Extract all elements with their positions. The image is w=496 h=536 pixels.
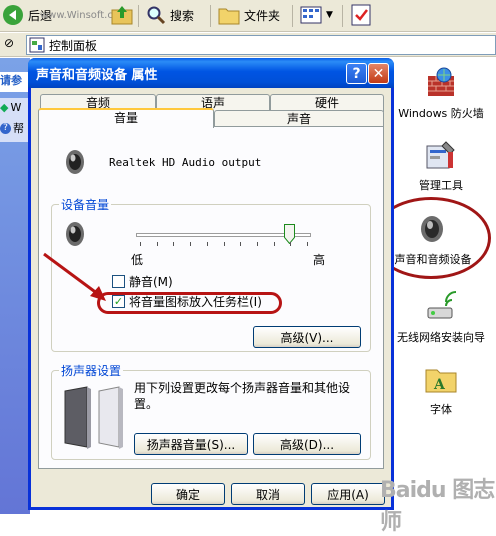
watermark: Baidu 图志师 xyxy=(380,478,495,535)
task-pane-header: 请参 xyxy=(0,72,30,92)
volume-slider-tick xyxy=(190,242,192,246)
volume-slider-tick xyxy=(206,242,208,246)
search-label: 搜索 xyxy=(170,8,195,23)
fonts-folder-icon: A xyxy=(425,369,457,393)
up-folder-icon xyxy=(111,6,133,25)
mute-label: 静音(M) xyxy=(129,275,173,289)
admin-tools-icon xyxy=(426,141,455,169)
checklist-button[interactable] xyxy=(350,3,372,30)
cp-item-admin-tools[interactable]: 管理工具 xyxy=(393,138,489,193)
folders-button[interactable]: 文件夹 xyxy=(218,2,280,28)
windows-icon: ◆ xyxy=(0,101,9,114)
checklist-icon xyxy=(351,4,371,26)
close-button[interactable]: ✕ xyxy=(368,63,389,84)
address-bar: ⊘ 控制面板 xyxy=(0,33,496,57)
volume-slider-tick xyxy=(156,242,158,246)
search-icon xyxy=(147,6,166,25)
help-circle-icon: ? xyxy=(0,122,11,134)
search-button[interactable]: 搜索 xyxy=(146,2,194,28)
ok-button[interactable]: 确定 xyxy=(151,483,225,505)
volume-slider-tick xyxy=(290,242,292,246)
annotation-arrow-icon xyxy=(43,252,106,301)
speaker-settings-description: 用下列设置更改每个扬声器音量和其他设置。 xyxy=(134,381,351,411)
cp-item-admin-tools-label: 管理工具 xyxy=(419,179,463,192)
task-pane-link-1[interactable]: ◆ W xyxy=(0,98,30,114)
volume-speaker-icon xyxy=(66,222,84,246)
advanced-volume-button[interactable]: 高级(V)... xyxy=(253,326,361,348)
cp-item-fonts[interactable]: A 字体 xyxy=(393,362,489,417)
cancel-button[interactable]: 取消 xyxy=(231,483,305,505)
address-field[interactable]: 控制面板 xyxy=(26,35,496,55)
volume-slider-tick xyxy=(273,242,275,246)
cp-item-wireless-wizard-label: 无线网络安装向导 xyxy=(397,331,485,344)
folders-label: 文件夹 xyxy=(244,8,281,23)
mute-checkbox[interactable] xyxy=(112,275,125,288)
task-pane: 请参 ◆ W ? 帮 xyxy=(0,58,30,514)
wireless-icon xyxy=(427,291,457,319)
volume-slider-tick xyxy=(140,242,141,246)
explorer-toolbar: 后退 www.Winsoft.com 搜索 文件夹 ▼ xyxy=(0,0,496,32)
cp-item-firewall-label: Windows 防火墙 xyxy=(398,107,484,120)
apply-button[interactable]: 应用(A) xyxy=(311,483,385,505)
annotation-circle-checkbox xyxy=(97,292,282,314)
device-volume-group-title: 设备音量 xyxy=(59,196,112,213)
volume-slider-tick xyxy=(256,242,258,246)
address-text: 控制面板 xyxy=(49,38,98,53)
device-name: Realtek HD Audio output xyxy=(109,156,262,169)
toolbar-separator xyxy=(292,5,293,27)
address-bar-grip: ⊘ xyxy=(4,36,15,50)
volume-slider-tick xyxy=(240,242,242,246)
cp-item-firewall[interactable]: Windows 防火墙 xyxy=(393,66,489,121)
speaker-advanced-button[interactable]: 高级(D)... xyxy=(253,433,361,455)
back-arrow-icon xyxy=(3,5,23,25)
toolbar-separator xyxy=(210,5,211,27)
tab-volume[interactable]: 音量 xyxy=(38,108,214,128)
device-speaker-icon xyxy=(66,150,84,174)
volume-slider-tick xyxy=(223,242,225,246)
volume-slider-thumb[interactable] xyxy=(283,224,295,244)
svg-text:A: A xyxy=(433,377,446,393)
cp-item-fonts-label: 字体 xyxy=(430,403,452,416)
dialog-title: 声音和音频设备 属性 xyxy=(36,67,158,83)
task-pane-links: ◆ W ? 帮 xyxy=(0,98,30,142)
speaker-settings-group-title: 扬声器设置 xyxy=(59,362,124,379)
cp-item-wireless-wizard[interactable]: 无线网络安装向导 xyxy=(393,290,489,345)
firewall-icon xyxy=(428,67,454,96)
control-panel-icon xyxy=(29,37,45,53)
help-button[interactable]: ? xyxy=(346,63,367,84)
volume-high-label: 高 xyxy=(313,253,326,267)
volume-low-label: 低 xyxy=(131,253,144,267)
toolbar-separator xyxy=(342,5,343,27)
folder-icon xyxy=(218,8,240,25)
task-pane-link-2[interactable]: ? 帮 xyxy=(0,114,30,136)
speakers-image-icon xyxy=(64,386,123,449)
views-icon xyxy=(300,6,322,24)
views-button[interactable]: ▼ xyxy=(300,2,333,28)
volume-slider-tick xyxy=(173,242,175,246)
speaker-volume-button[interactable]: 扬声器音量(S)... xyxy=(134,433,248,455)
up-folder-button[interactable] xyxy=(110,3,134,30)
chevron-down-icon: ▼ xyxy=(326,10,333,20)
volume-slider-tick xyxy=(307,242,308,246)
dialog-title-bar[interactable]: 声音和音频设备 属性 ? ✕ xyxy=(28,58,394,88)
toolbar-separator xyxy=(138,5,139,27)
